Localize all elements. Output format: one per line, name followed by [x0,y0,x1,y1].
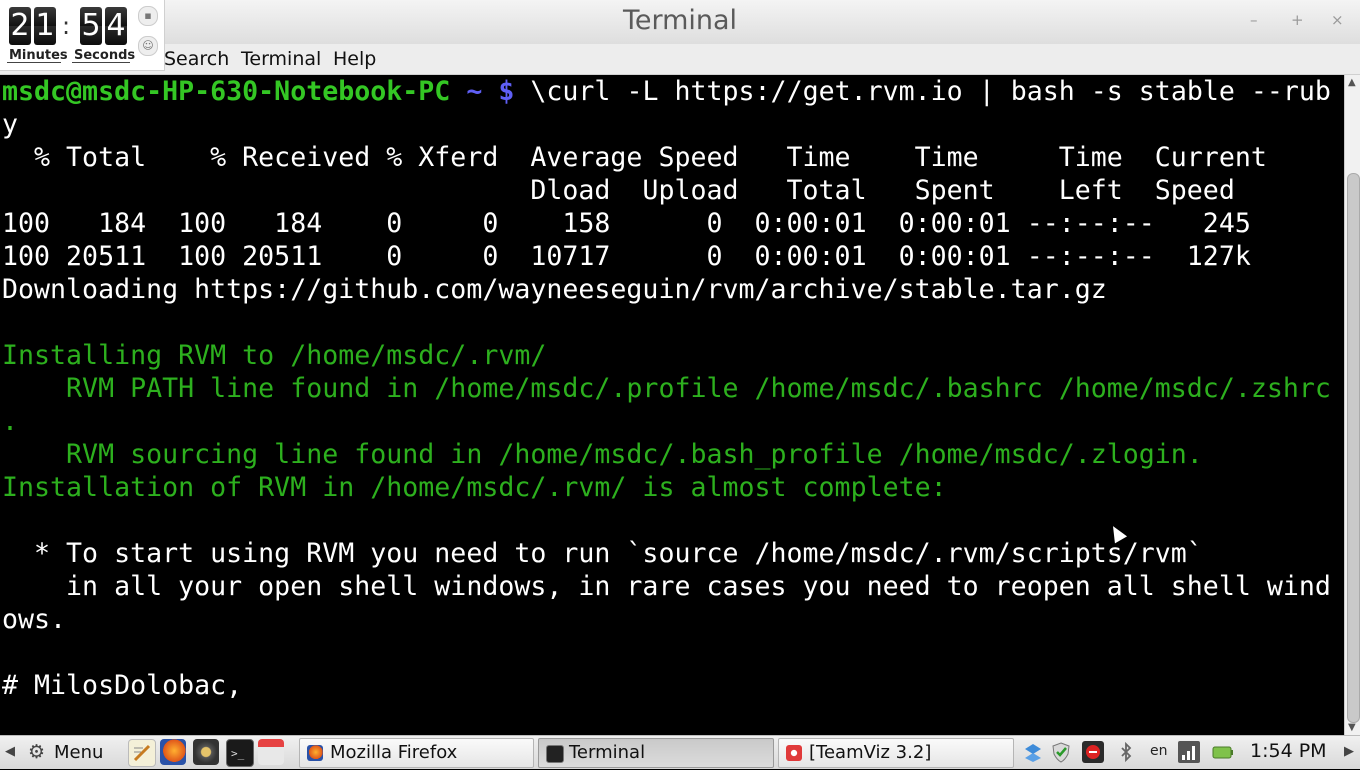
menu-help[interactable]: Help [333,48,376,70]
menu-search[interactable]: Search [164,48,229,70]
media-player-launcher-icon[interactable] [193,739,219,765]
prompt-directory: ~ [466,76,482,107]
terminal-scrollbar[interactable]: ▲ ▼ [1344,75,1360,735]
task-label: [TeamViz 3.2] [809,742,931,763]
clock-label-left: Minutes [9,48,68,63]
terminal-line: 100 184 100 184 0 0 158 0 0:00:01 0:00:0… [2,207,1251,240]
terminal-line: Installation of RVM in /home/msdc/.rvm/ … [2,471,947,504]
dropbox-icon[interactable] [1022,741,1044,763]
clock-digit-minute-ones: 4 [105,7,127,45]
terminal-line: y [2,108,18,141]
prompt-symbol: $ [498,76,514,107]
task-label: Mozilla Firefox [330,742,457,763]
clock-underline-right [72,62,130,63]
text-editor-launcher-icon[interactable] [128,739,156,767]
gear-icon: ⚙ [28,741,45,763]
flip-clock-widget: 2 1 : 5 4 Minutes Seconds ▪ ☺ [0,0,165,71]
task-label: Terminal [569,742,645,763]
prompt-user-host: msdc@msdc-HP-630-Notebook-PC [2,76,450,107]
svg-text:>_: >_ [231,747,245,760]
terminal-line: RVM PATH line found in /home/msdc/.profi… [2,372,1331,405]
terminal-line: in all your open shell windows, in rare … [2,570,1331,603]
bluetooth-icon[interactable] [1115,741,1137,763]
terminal-line: Downloading https://github.com/wayneeseg… [2,273,1107,306]
window-title: Terminal [0,5,1360,36]
clock-label-right: Seconds [74,48,135,63]
minimize-button[interactable]: – [1250,11,1258,29]
firefox-launcher-icon[interactable] [160,739,186,765]
terminal-line: ows. [2,603,66,636]
firefox-icon [307,745,323,761]
terminal-line: * To start using RVM you need to run `so… [2,537,1203,570]
terminal-line: % Total % Received % Xferd Average Speed… [2,141,1267,174]
keyboard-language-indicator[interactable]: en [1150,743,1168,759]
clock-digit-hour-tens: 2 [9,7,31,45]
terminal-output[interactable]: msdc@msdc-HP-630-Notebook-PC ~ $ \curl -… [0,75,1344,735]
network-signal-icon[interactable] [1178,741,1200,763]
task-terminal[interactable]: Terminal [538,738,774,768]
record-stop-icon[interactable] [1082,741,1104,763]
clock-colon: : [62,12,70,40]
clock-underline-left [7,62,61,63]
terminal-launcher-icon[interactable]: >_ [226,739,254,767]
maximize-button[interactable]: + [1291,11,1304,29]
clock-digit-minute-tens: 5 [80,7,102,45]
files-launcher-icon[interactable] [258,739,284,765]
menu-bar: Search Terminal Help [0,44,1360,75]
battery-icon[interactable] [1212,741,1234,763]
terminal-line: Installing RVM to /home/msdc/.rvm/ [2,339,546,372]
menu-terminal[interactable]: Terminal [241,48,321,70]
terminal-line: RVM sourcing line found in /home/msdc/.b… [2,438,1203,471]
terminal-icon [546,745,564,763]
window-titlebar[interactable]: Terminal – + × [0,0,1360,45]
terminal-line: # MilosDolobac, [2,669,242,702]
clock-digit-hour-ones: 1 [34,7,56,45]
taskbar: ◀ ⚙ Menu >_ Mozilla Firefox Terminal [Te… [0,735,1360,769]
terminal-line: Dload Upload Total Spent Left Speed [2,174,1235,207]
scrollbar-thumb[interactable] [1347,173,1360,723]
scroll-down-arrow-icon[interactable]: ▼ [1348,722,1356,733]
scroll-up-arrow-icon[interactable]: ▲ [1348,77,1356,88]
terminal-line: 100 20511 100 20511 0 0 10717 0 0:00:01 … [2,240,1251,273]
start-menu-label: Menu [54,742,103,763]
terminal-line: . [2,405,18,438]
task-teamviz[interactable]: [TeamViz 3.2] [778,738,1014,768]
terminal-command-line: msdc@msdc-HP-630-Notebook-PC ~ $ \curl -… [2,75,1331,108]
taskbar-clock[interactable]: 1:54 PM [1250,740,1327,762]
task-mozilla-firefox[interactable]: Mozilla Firefox [299,738,534,768]
widget-smiley-icon[interactable]: ☺ [138,36,158,56]
taskbar-scroll-right-icon[interactable]: ▶ [1344,744,1354,759]
teamviz-icon [786,745,802,761]
command-text: \curl -L https://get.rvm.io | bash -s st… [530,76,1331,107]
taskbar-scroll-left-icon[interactable]: ◀ [5,744,15,759]
close-button[interactable]: × [1331,11,1344,29]
security-shield-icon[interactable] [1050,741,1072,763]
widget-square-icon[interactable]: ▪ [138,6,158,26]
start-menu-button[interactable]: ⚙ Menu [26,738,38,766]
